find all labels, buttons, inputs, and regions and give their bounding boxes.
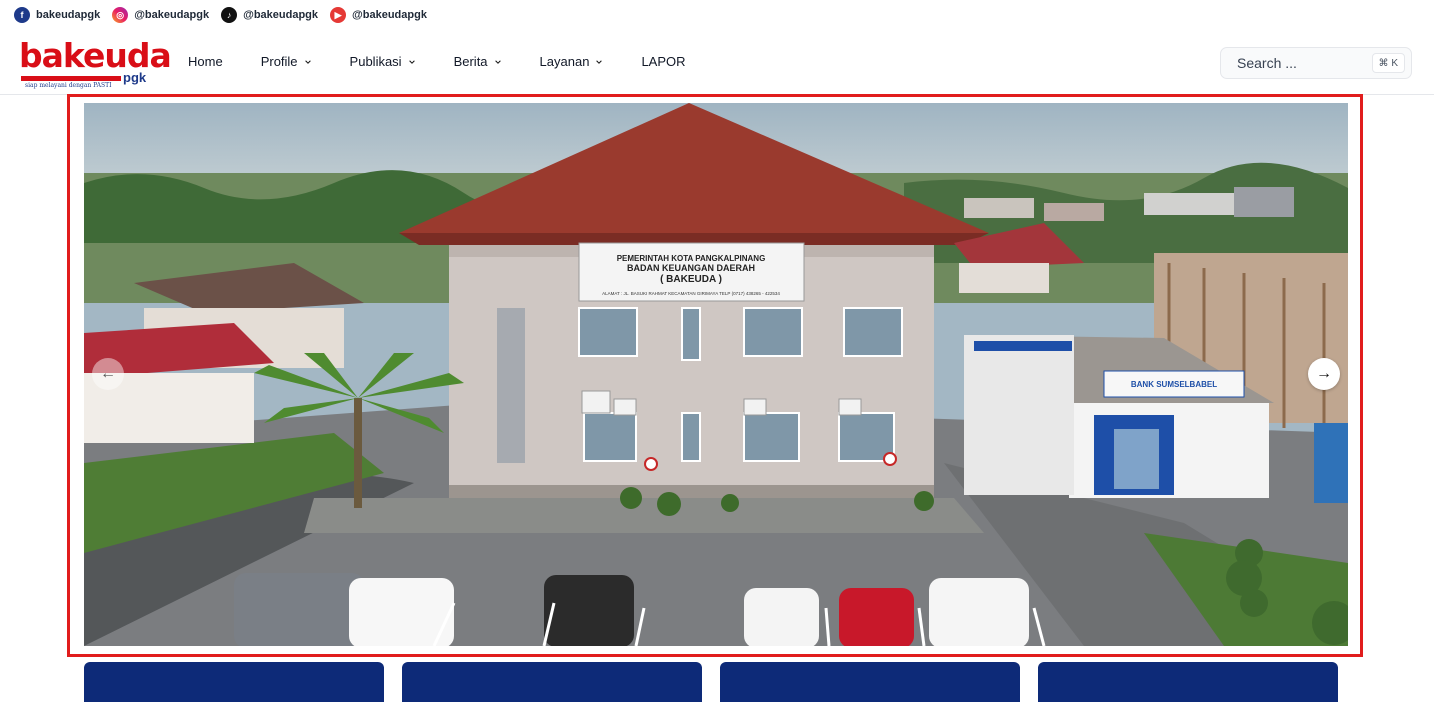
- nav-label: Layanan: [539, 54, 590, 69]
- nav-label: LAPOR: [641, 54, 686, 69]
- carousel-next-button[interactable]: →: [1308, 358, 1340, 390]
- nav-label: Home: [188, 54, 223, 69]
- social-handle: @bakeudapgk: [352, 9, 427, 21]
- building-sign-line3: ( BAKEUDA ): [660, 274, 722, 285]
- feature-card[interactable]: [402, 662, 702, 702]
- tiktok-icon: ♪: [221, 7, 238, 23]
- logo-suffix: pgk: [123, 70, 147, 85]
- logo-underline: [21, 76, 121, 81]
- feature-card[interactable]: [1038, 662, 1338, 702]
- site-logo[interactable]: bakeuda pgk siap melayani dengan PASTI: [19, 36, 172, 90]
- building-photo: PEMERINTAH KOTA PANGKALPINANG BADAN KEUA…: [84, 103, 1348, 646]
- building-sign-line1: PEMERINTAH KOTA PANGKALPINANG: [617, 254, 766, 263]
- search-placeholder: Search ...: [1237, 55, 1297, 71]
- youtube-icon: ▶: [330, 7, 347, 23]
- nav-layanan[interactable]: Layanan: [540, 54, 604, 69]
- bank-sign: BANK SUMSELBABEL: [1131, 380, 1217, 389]
- site-header: bakeuda pgk siap melayani dengan PASTI H…: [0, 32, 1434, 95]
- nav-berita[interactable]: Berita: [454, 54, 502, 69]
- carousel-prev-button[interactable]: ←: [92, 358, 124, 390]
- nav-profile[interactable]: Profile: [261, 54, 312, 69]
- nav-label: Publikasi: [349, 54, 402, 69]
- nav-label: Profile: [260, 54, 298, 69]
- building-sign-line2: BADAN KEUANGAN DAERAH: [627, 263, 755, 273]
- chevron-down-icon: [596, 59, 603, 64]
- search-shortcut: ⌘ K: [1371, 53, 1405, 73]
- nav-lapor[interactable]: LAPOR: [641, 54, 685, 69]
- chevron-down-icon: [408, 59, 415, 64]
- feature-cards: [84, 662, 1348, 702]
- social-bar: f bakeudapgk ◎ @bakeudapgk ♪ @bakeudapgk…: [14, 6, 427, 24]
- social-tiktok[interactable]: ♪ @bakeudapgk: [221, 7, 318, 23]
- logo-wordmark: bakeuda: [19, 36, 172, 75]
- search-button[interactable]: Search ... ⌘ K: [1220, 47, 1412, 79]
- logo-tagline: siap melayani dengan PASTI: [25, 82, 112, 89]
- feature-card[interactable]: [720, 662, 1020, 702]
- nav-publikasi[interactable]: Publikasi: [350, 54, 416, 69]
- social-handle: @bakeudapgk: [243, 9, 319, 21]
- feature-card[interactable]: [84, 662, 384, 702]
- social-youtube[interactable]: ▶ @bakeudapgk: [330, 7, 427, 23]
- building-sign-line4: ALAMAT : JL. BASUKI RAHMAT KECAMATAN GIR…: [602, 291, 780, 296]
- social-instagram[interactable]: ◎ @bakeudapgk: [112, 7, 209, 23]
- nav-label: Berita: [453, 54, 488, 69]
- social-handle: bakeudapgk: [36, 9, 101, 21]
- chevron-down-icon: [494, 59, 501, 64]
- arrow-right-icon: →: [1316, 365, 1332, 382]
- nav-home[interactable]: Home: [188, 54, 223, 69]
- social-handle: @bakeudapgk: [134, 9, 210, 21]
- social-facebook[interactable]: f bakeudapgk: [14, 7, 100, 23]
- chevron-down-icon: [304, 59, 311, 64]
- carousel-slide-image: PEMERINTAH KOTA PANGKALPINANG BADAN KEUA…: [84, 103, 1348, 646]
- facebook-icon: f: [14, 7, 30, 23]
- instagram-icon: ◎: [112, 7, 129, 23]
- main-nav: Home Profile Publikasi Berita Layanan LA…: [188, 54, 724, 69]
- arrow-left-icon: ←: [100, 365, 116, 382]
